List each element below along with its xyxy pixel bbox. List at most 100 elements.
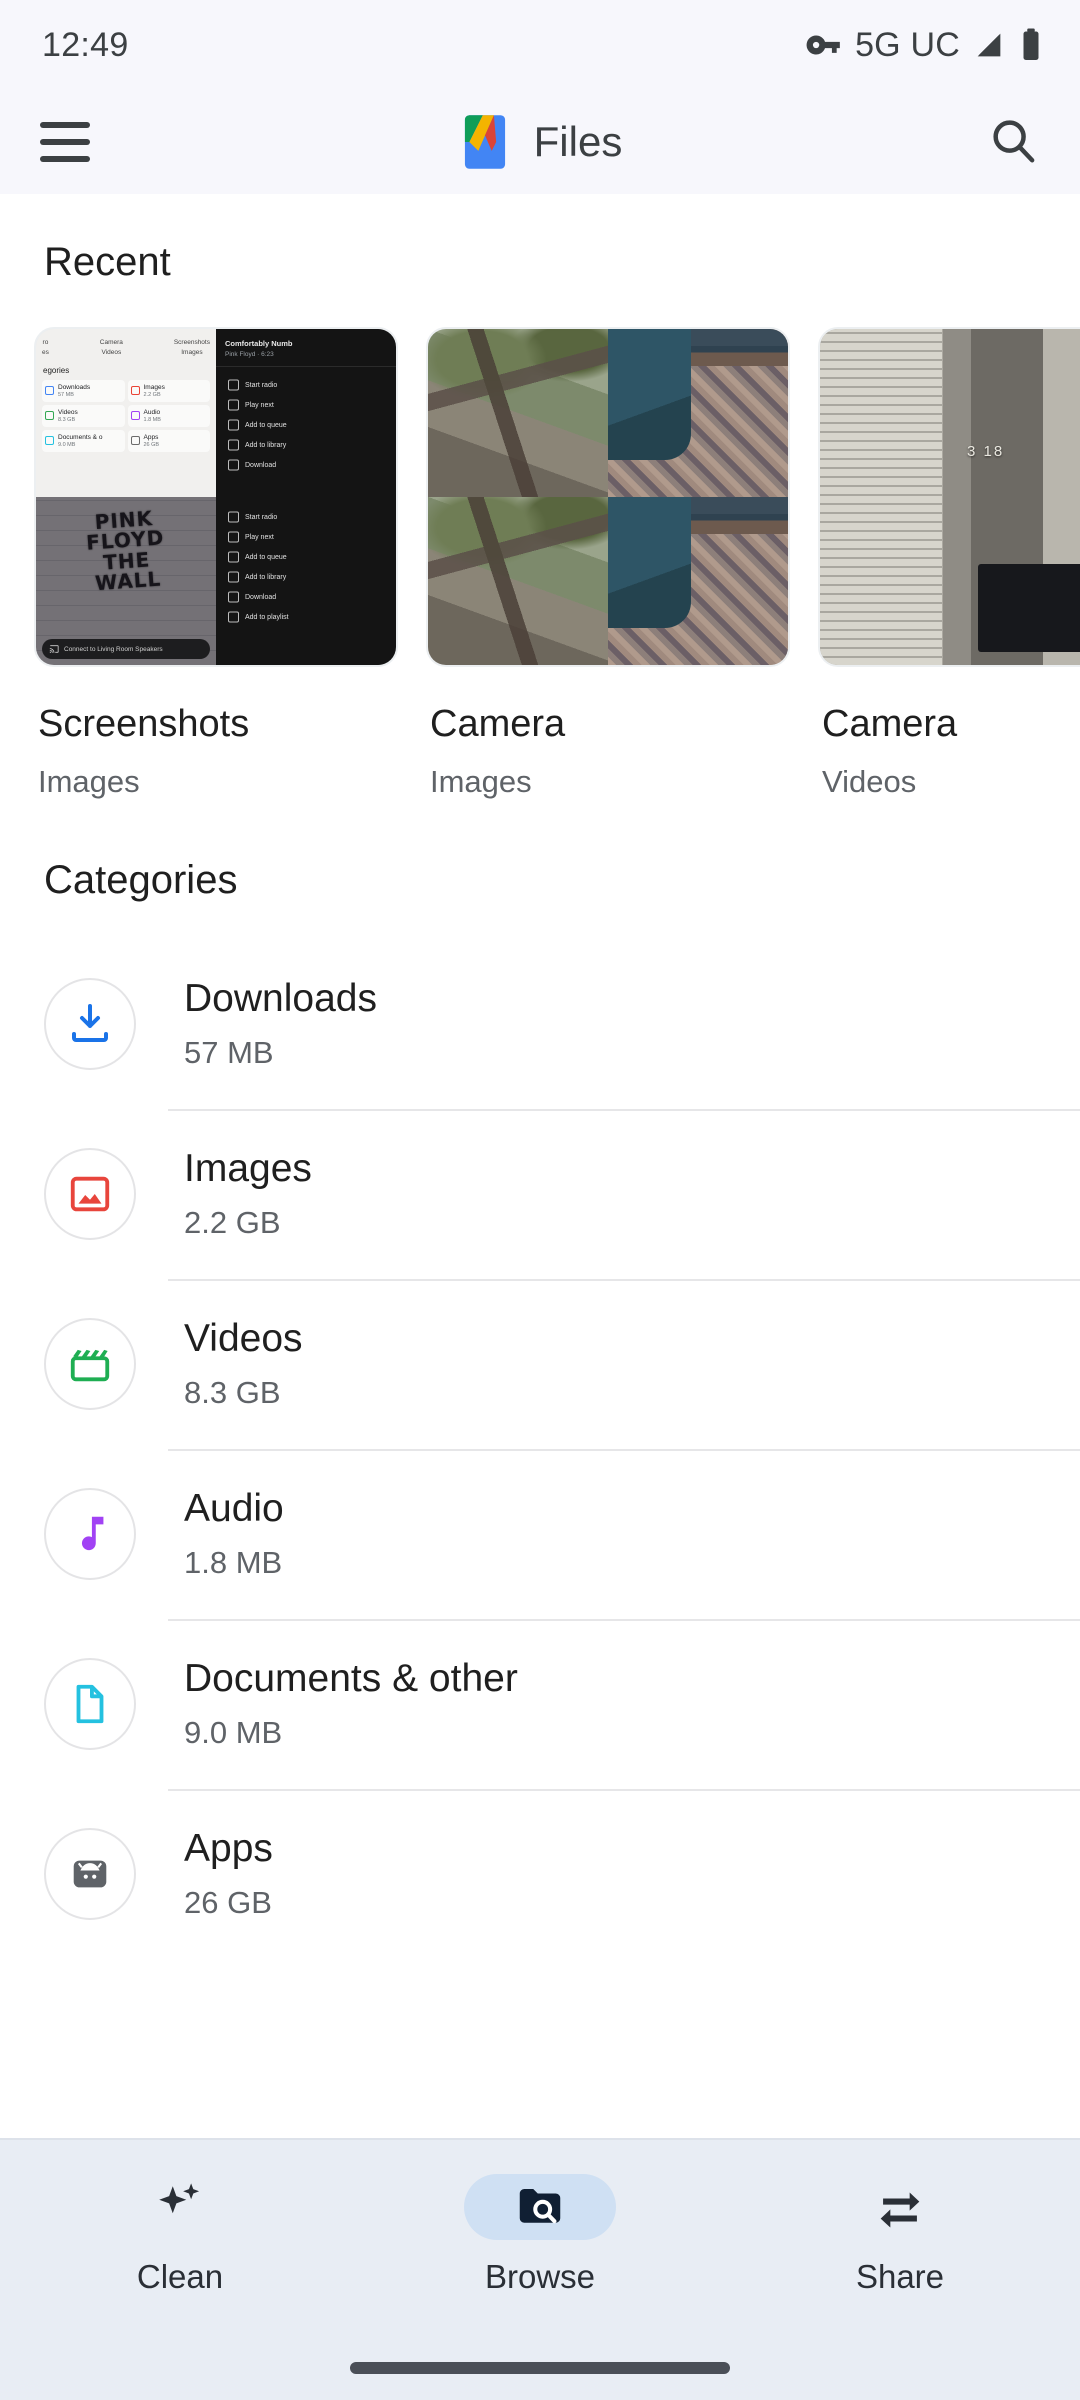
android-icon — [44, 1828, 136, 1920]
category-name: Apps — [184, 1827, 273, 1870]
document-icon — [44, 1658, 136, 1750]
category-size: 57 MB — [184, 1035, 274, 1070]
nav-tab-clean[interactable]: Clean — [0, 2174, 360, 2296]
thumb-tile-name: Images — [143, 383, 165, 391]
thumb-tile-files-app: ro es Camera Videos Screenshots Images egorie… — [36, 329, 216, 497]
status-bar: 12:49 5G UC — [0, 0, 1080, 90]
category-row-downloads[interactable]: Downloads 57 MB — [0, 939, 1080, 1109]
nav-label-browse: Browse — [484, 2258, 596, 2295]
thumb-tile-size: 8.3 GB — [58, 416, 76, 423]
thumb-menu-item: Play next — [225, 527, 387, 547]
nav-label-clean: Clean — [136, 2258, 224, 2295]
category-size: 1.8 MB — [184, 1545, 283, 1580]
recent-card-type: Videos — [822, 764, 917, 799]
thumb-menu-item: Add to library — [225, 435, 387, 455]
signal-icon — [977, 33, 1001, 57]
thumb-menu-item: Start radio — [225, 507, 387, 527]
thumb-photo-room: 3 18 — [820, 329, 1080, 665]
search-icon[interactable] — [986, 113, 1040, 172]
thumb-menu-item: Add to queue — [225, 547, 387, 567]
recent-thumbnail: 3 18 — [818, 327, 1080, 667]
thumb-photo-tree — [428, 329, 608, 497]
vpn-key-icon — [806, 35, 840, 55]
recent-card-type: Images — [430, 764, 532, 799]
thumb-categories-label: egories — [43, 365, 70, 375]
thumb-track-artist: Pink Floyd · 6:23 — [225, 351, 274, 358]
thumb-speaker-label: Connect to Living Room Speakers — [64, 645, 163, 653]
recent-card-name: Camera — [430, 703, 566, 745]
thumb-speaker-bar: Connect to Living Room Speakers — [42, 639, 210, 659]
thumb-menu-item: Download — [225, 455, 387, 475]
thumb-tile-size: 57 MB — [58, 391, 74, 398]
category-row-audio[interactable]: Audio 1.8 MB — [0, 1449, 1080, 1619]
main-content: Recent ro es Camera Videos Screenshots Images… — [0, 194, 1080, 1959]
clapper-icon — [44, 1318, 136, 1410]
thumb-video-clock: 3 18 — [966, 443, 1005, 461]
thumb-menu-item: Start radio — [225, 375, 387, 395]
thumb-tile-name: Downloads — [58, 383, 91, 391]
thumb-tile-size: 9.0 MB — [58, 441, 76, 448]
thumb-menu-item: Play next — [225, 395, 387, 415]
category-row-documents[interactable]: Documents & other 9.0 MB — [0, 1619, 1080, 1789]
thumb-menu-item: Add to queue — [225, 415, 387, 435]
thumb-tile-size: 2.2 GB — [143, 391, 161, 398]
thumb-photo-rug — [608, 329, 788, 497]
thumb-tile-size: 26 GB — [143, 441, 160, 448]
files-app-logo — [464, 115, 505, 169]
folder-search-icon — [519, 2189, 561, 2224]
category-row-videos[interactable]: Videos 8.3 GB — [0, 1279, 1080, 1449]
category-name: Documents & other — [184, 1657, 518, 1700]
category-size: 26 GB — [184, 1885, 272, 1920]
nav-tab-share[interactable]: Share — [720, 2174, 1080, 2296]
recent-card-camera-images[interactable]: Camera Images — [426, 327, 790, 800]
category-size: 2.2 GB — [184, 1205, 281, 1240]
thumb-menu-item: Download — [225, 587, 387, 607]
category-size: 8.3 GB — [184, 1375, 281, 1410]
category-size: 9.0 MB — [184, 1715, 283, 1750]
sparkles-icon — [159, 2183, 200, 2214]
app-bar: Files — [0, 90, 1080, 194]
thumb-menu-item: Add to playlist — [225, 607, 387, 627]
recent-card-type: Images — [38, 764, 140, 799]
nav-pill-share — [824, 2174, 976, 2240]
thumb-tile-size: 1.8 MB — [143, 416, 161, 423]
recent-thumbnail: ro es Camera Videos Screenshots Images egorie… — [34, 327, 398, 667]
download-icon — [44, 978, 136, 1070]
recent-card-camera-videos[interactable]: 3 18 Camera Videos — [818, 327, 1080, 800]
thumb-tile-name: Videos — [58, 408, 78, 416]
recent-card-screenshots[interactable]: ro es Camera Videos Screenshots Images egorie… — [34, 327, 398, 800]
recent-heading: Recent — [44, 240, 171, 284]
bottom-navigation-bar: Clean Browse Share — [0, 2138, 1080, 2400]
network-label: 5G UC — [855, 25, 960, 64]
recent-list[interactable]: ro es Camera Videos Screenshots Images egorie… — [0, 285, 1080, 800]
thumb-menu-item: Add to library — [225, 567, 387, 587]
category-row-apps[interactable]: Apps 26 GB — [0, 1789, 1080, 1959]
app-brand: Files — [0, 113, 1080, 171]
status-icons: 5G UC — [805, 26, 1044, 65]
recent-card-name: Screenshots — [38, 703, 250, 745]
music-note-icon — [44, 1488, 136, 1580]
recent-card-name: Camera — [822, 703, 958, 745]
swap-arrows-icon — [880, 2192, 920, 2228]
gesture-navigation-bar[interactable] — [350, 2362, 730, 2374]
thumb-graffiti-text: PINK FLOYD THE WALL — [85, 506, 166, 596]
category-name: Videos — [184, 1317, 303, 1360]
status-time: 12:49 — [42, 25, 129, 64]
category-name: Downloads — [184, 977, 377, 1020]
thumb-photo-rug-2 — [608, 497, 788, 665]
battery-icon — [1023, 28, 1039, 60]
thumb-tile-name: Audio — [143, 408, 161, 416]
hamburger-menu-icon[interactable] — [40, 122, 90, 162]
nav-label-share: Share — [855, 2258, 945, 2295]
category-row-images[interactable]: Images 2.2 GB — [0, 1109, 1080, 1279]
category-name: Images — [184, 1147, 312, 1190]
thumb-tile-name: Apps — [143, 433, 159, 441]
thumb-tile-music-menu: Comfortably Numb Pink Floyd · 6:23 Start… — [216, 329, 396, 497]
page-title: Files — [533, 118, 623, 165]
thumb-track-title: Comfortably Numb — [225, 339, 293, 348]
category-name: Audio — [184, 1487, 284, 1530]
categories-heading: Categories — [44, 858, 238, 902]
thumb-tile-name: Documents & o — [58, 433, 103, 441]
nav-tab-browse[interactable]: Browse — [360, 2174, 720, 2296]
recent-thumbnail — [426, 327, 790, 667]
